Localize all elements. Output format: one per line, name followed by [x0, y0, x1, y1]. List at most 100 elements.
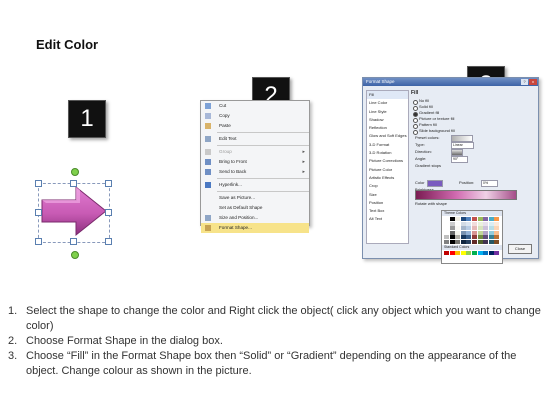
color-swatch[interactable] [488, 235, 494, 240]
color-swatch[interactable] [483, 217, 489, 221]
close-icon[interactable]: x [529, 79, 537, 85]
menu-item-copy[interactable]: Copy [201, 111, 309, 121]
color-swatch[interactable] [449, 217, 455, 221]
color-swatch[interactable] [471, 221, 477, 226]
color-swatch[interactable] [444, 221, 449, 226]
color-swatch[interactable] [466, 226, 472, 231]
color-swatch[interactable] [471, 235, 477, 240]
color-swatch[interactable] [455, 221, 461, 226]
category-position[interactable]: Position [367, 199, 408, 207]
color-swatch[interactable] [494, 235, 500, 240]
close-button[interactable]: Close [508, 244, 532, 254]
menu-item-format-shape[interactable]: Format Shape... [201, 223, 309, 233]
category-line-style[interactable]: Line Style [367, 108, 408, 116]
resize-handle-br[interactable] [105, 238, 112, 245]
color-swatch[interactable] [494, 250, 500, 255]
color-swatch[interactable] [449, 221, 455, 226]
help-button[interactable]: ? [521, 79, 528, 85]
color-swatch[interactable] [466, 217, 472, 221]
color-swatch[interactable] [477, 235, 483, 240]
category-line-color[interactable]: Line Color [367, 99, 408, 107]
menu-item-paste[interactable]: Paste [201, 121, 309, 131]
resize-handle-bl[interactable] [35, 238, 42, 245]
category-text-box[interactable]: Text Box [367, 207, 408, 215]
resize-handle-l[interactable] [35, 209, 42, 216]
color-swatch[interactable] [449, 235, 455, 240]
color-swatch[interactable] [444, 239, 449, 244]
color-swatch[interactable] [460, 230, 466, 235]
color-swatch[interactable] [460, 217, 466, 221]
color-swatch[interactable] [471, 239, 477, 244]
color-swatch[interactable] [455, 250, 461, 255]
resize-handle-tl[interactable] [35, 180, 42, 187]
color-swatch[interactable] [477, 250, 483, 255]
color-swatch[interactable] [444, 226, 449, 231]
menu-item-set-default-shape[interactable]: Set as Default Shape [201, 203, 309, 213]
color-swatch[interactable] [477, 226, 483, 231]
category-crop[interactable]: Crop [367, 182, 408, 190]
resize-handle-r[interactable] [105, 209, 112, 216]
color-swatch[interactable] [455, 226, 461, 231]
color-swatch[interactable] [483, 221, 489, 226]
color-swatch[interactable] [460, 250, 466, 255]
resize-handle-b[interactable] [70, 238, 77, 245]
color-swatch[interactable] [466, 250, 472, 255]
color-swatch[interactable] [488, 217, 494, 221]
menu-item-send-to-back[interactable]: Send to Back ▸ [201, 167, 309, 177]
color-swatch[interactable] [449, 226, 455, 231]
color-swatch[interactable] [455, 235, 461, 240]
color-swatch[interactable] [466, 239, 472, 244]
color-swatch[interactable] [477, 217, 483, 221]
color-swatch[interactable] [471, 217, 477, 221]
color-swatch[interactable] [471, 226, 477, 231]
color-swatch[interactable] [477, 221, 483, 226]
color-swatch[interactable] [449, 250, 455, 255]
color-swatch[interactable] [494, 230, 500, 235]
color-swatch[interactable] [494, 239, 500, 244]
color-swatch[interactable] [483, 230, 489, 235]
color-swatch[interactable] [460, 239, 466, 244]
color-swatch[interactable] [460, 221, 466, 226]
rotation-handle-top[interactable] [71, 168, 79, 176]
color-swatch[interactable] [444, 230, 449, 235]
category-picture-corrections[interactable]: Picture Corrections [367, 157, 408, 165]
color-swatch[interactable] [466, 230, 472, 235]
color-swatch[interactable] [483, 250, 489, 255]
color-swatch[interactable] [477, 230, 483, 235]
menu-item-save-as-picture[interactable]: Save as Picture... [201, 193, 309, 203]
color-swatch[interactable] [471, 230, 477, 235]
color-swatch[interactable] [466, 235, 472, 240]
gradient-stops-bar[interactable] [415, 190, 517, 200]
color-swatch[interactable] [488, 221, 494, 226]
color-swatch[interactable] [444, 235, 449, 240]
color-swatch[interactable] [460, 226, 466, 231]
category-reflection[interactable]: Reflection [367, 124, 408, 132]
color-swatch[interactable] [483, 239, 489, 244]
category-picture-color[interactable]: Picture Color [367, 166, 408, 174]
color-swatch[interactable] [494, 217, 500, 221]
category-size[interactable]: Size [367, 191, 408, 199]
menu-item-cut[interactable]: Cut [201, 101, 309, 111]
color-swatch[interactable] [449, 239, 455, 244]
rotation-handle-bottom[interactable] [71, 251, 79, 259]
color-swatch[interactable] [488, 250, 494, 255]
menu-item-group[interactable]: Group ▸ [201, 147, 309, 157]
color-swatch[interactable] [471, 250, 477, 255]
category-alt-text[interactable]: Alt Text [367, 215, 408, 223]
color-swatch[interactable] [460, 235, 466, 240]
color-swatch[interactable] [477, 239, 483, 244]
color-swatch[interactable] [483, 226, 489, 231]
color-swatch[interactable] [488, 230, 494, 235]
selected-arrow-shape[interactable] [28, 165, 120, 261]
resize-handle-tr[interactable] [105, 180, 112, 187]
resize-handle-t[interactable] [70, 180, 77, 187]
color-swatch[interactable] [488, 239, 494, 244]
category-artistic-effects[interactable]: Artistic Effects [367, 174, 408, 182]
color-swatch[interactable] [449, 230, 455, 235]
menu-item-bring-to-front[interactable]: Bring to Front ▸ [201, 157, 309, 167]
category-3d-rotation[interactable]: 3-D Rotation [367, 149, 408, 157]
color-swatch[interactable] [455, 239, 461, 244]
color-swatch[interactable] [455, 217, 461, 221]
color-swatch[interactable] [494, 221, 500, 226]
color-swatch[interactable] [488, 226, 494, 231]
